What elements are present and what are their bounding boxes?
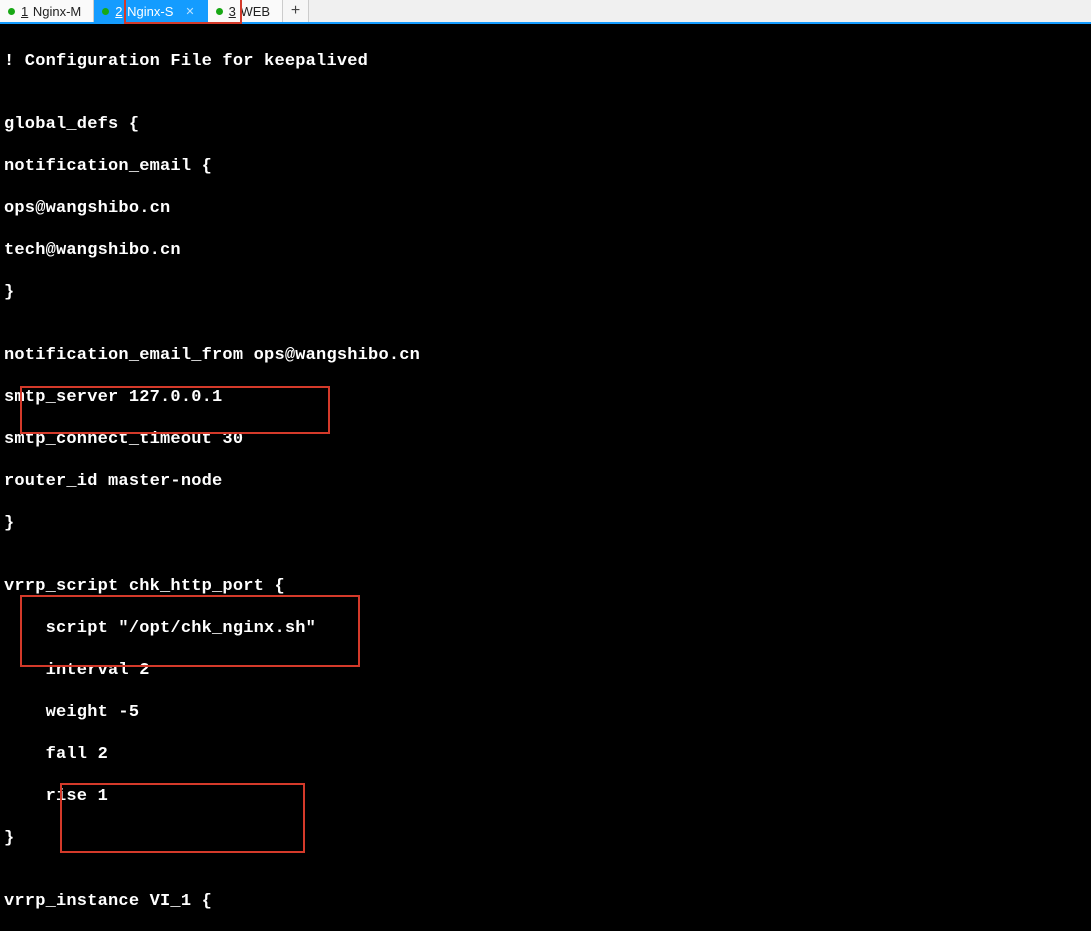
config-line: interval 2 bbox=[4, 660, 1087, 681]
status-dot-icon bbox=[8, 8, 15, 15]
config-line: notification_email { bbox=[4, 156, 1087, 177]
terminal-viewport[interactable]: ! Configuration File for keepalived glob… bbox=[0, 24, 1091, 931]
config-line: smtp_connect_timeout 30 bbox=[4, 429, 1087, 450]
config-line: fall 2 bbox=[4, 744, 1087, 765]
config-line: vrrp_instance VI_1 { bbox=[4, 891, 1087, 912]
config-line: smtp_server 127.0.0.1 bbox=[4, 387, 1087, 408]
config-line: ! Configuration File for keepalived bbox=[4, 51, 1087, 72]
config-line: weight -5 bbox=[4, 702, 1087, 723]
config-line: rise 1 bbox=[4, 786, 1087, 807]
tab-nginx-s[interactable]: 2 Nginx-S ✕ bbox=[94, 0, 207, 22]
terminal-window: 1 Nginx-M 2 Nginx-S ✕ 3 WEB + ! Configur… bbox=[0, 0, 1091, 931]
config-line: } bbox=[4, 513, 1087, 534]
config-line: router_id master-node bbox=[4, 471, 1087, 492]
new-tab-button[interactable]: + bbox=[283, 0, 309, 22]
config-line: } bbox=[4, 828, 1087, 849]
tab-nginx-m[interactable]: 1 Nginx-M bbox=[0, 0, 94, 22]
tab-web[interactable]: 3 WEB bbox=[208, 0, 283, 22]
config-line: global_defs { bbox=[4, 114, 1087, 135]
plus-icon: + bbox=[291, 2, 300, 20]
tab-label: 1 Nginx-M bbox=[21, 4, 81, 19]
status-dot-icon bbox=[216, 8, 223, 15]
config-line: } bbox=[4, 282, 1087, 303]
config-line: script "/opt/chk_nginx.sh" bbox=[4, 618, 1087, 639]
status-dot-icon bbox=[102, 8, 109, 15]
tab-bar: 1 Nginx-M 2 Nginx-S ✕ 3 WEB + bbox=[0, 0, 1091, 24]
config-line: vrrp_script chk_http_port { bbox=[4, 576, 1087, 597]
tab-label: 3 WEB bbox=[229, 4, 270, 19]
close-icon[interactable]: ✕ bbox=[185, 5, 194, 18]
config-line: tech@wangshibo.cn bbox=[4, 240, 1087, 261]
config-line: notification_email_from ops@wangshibo.cn bbox=[4, 345, 1087, 366]
tab-label: 2 Nginx-S bbox=[115, 4, 173, 19]
config-line: ops@wangshibo.cn bbox=[4, 198, 1087, 219]
